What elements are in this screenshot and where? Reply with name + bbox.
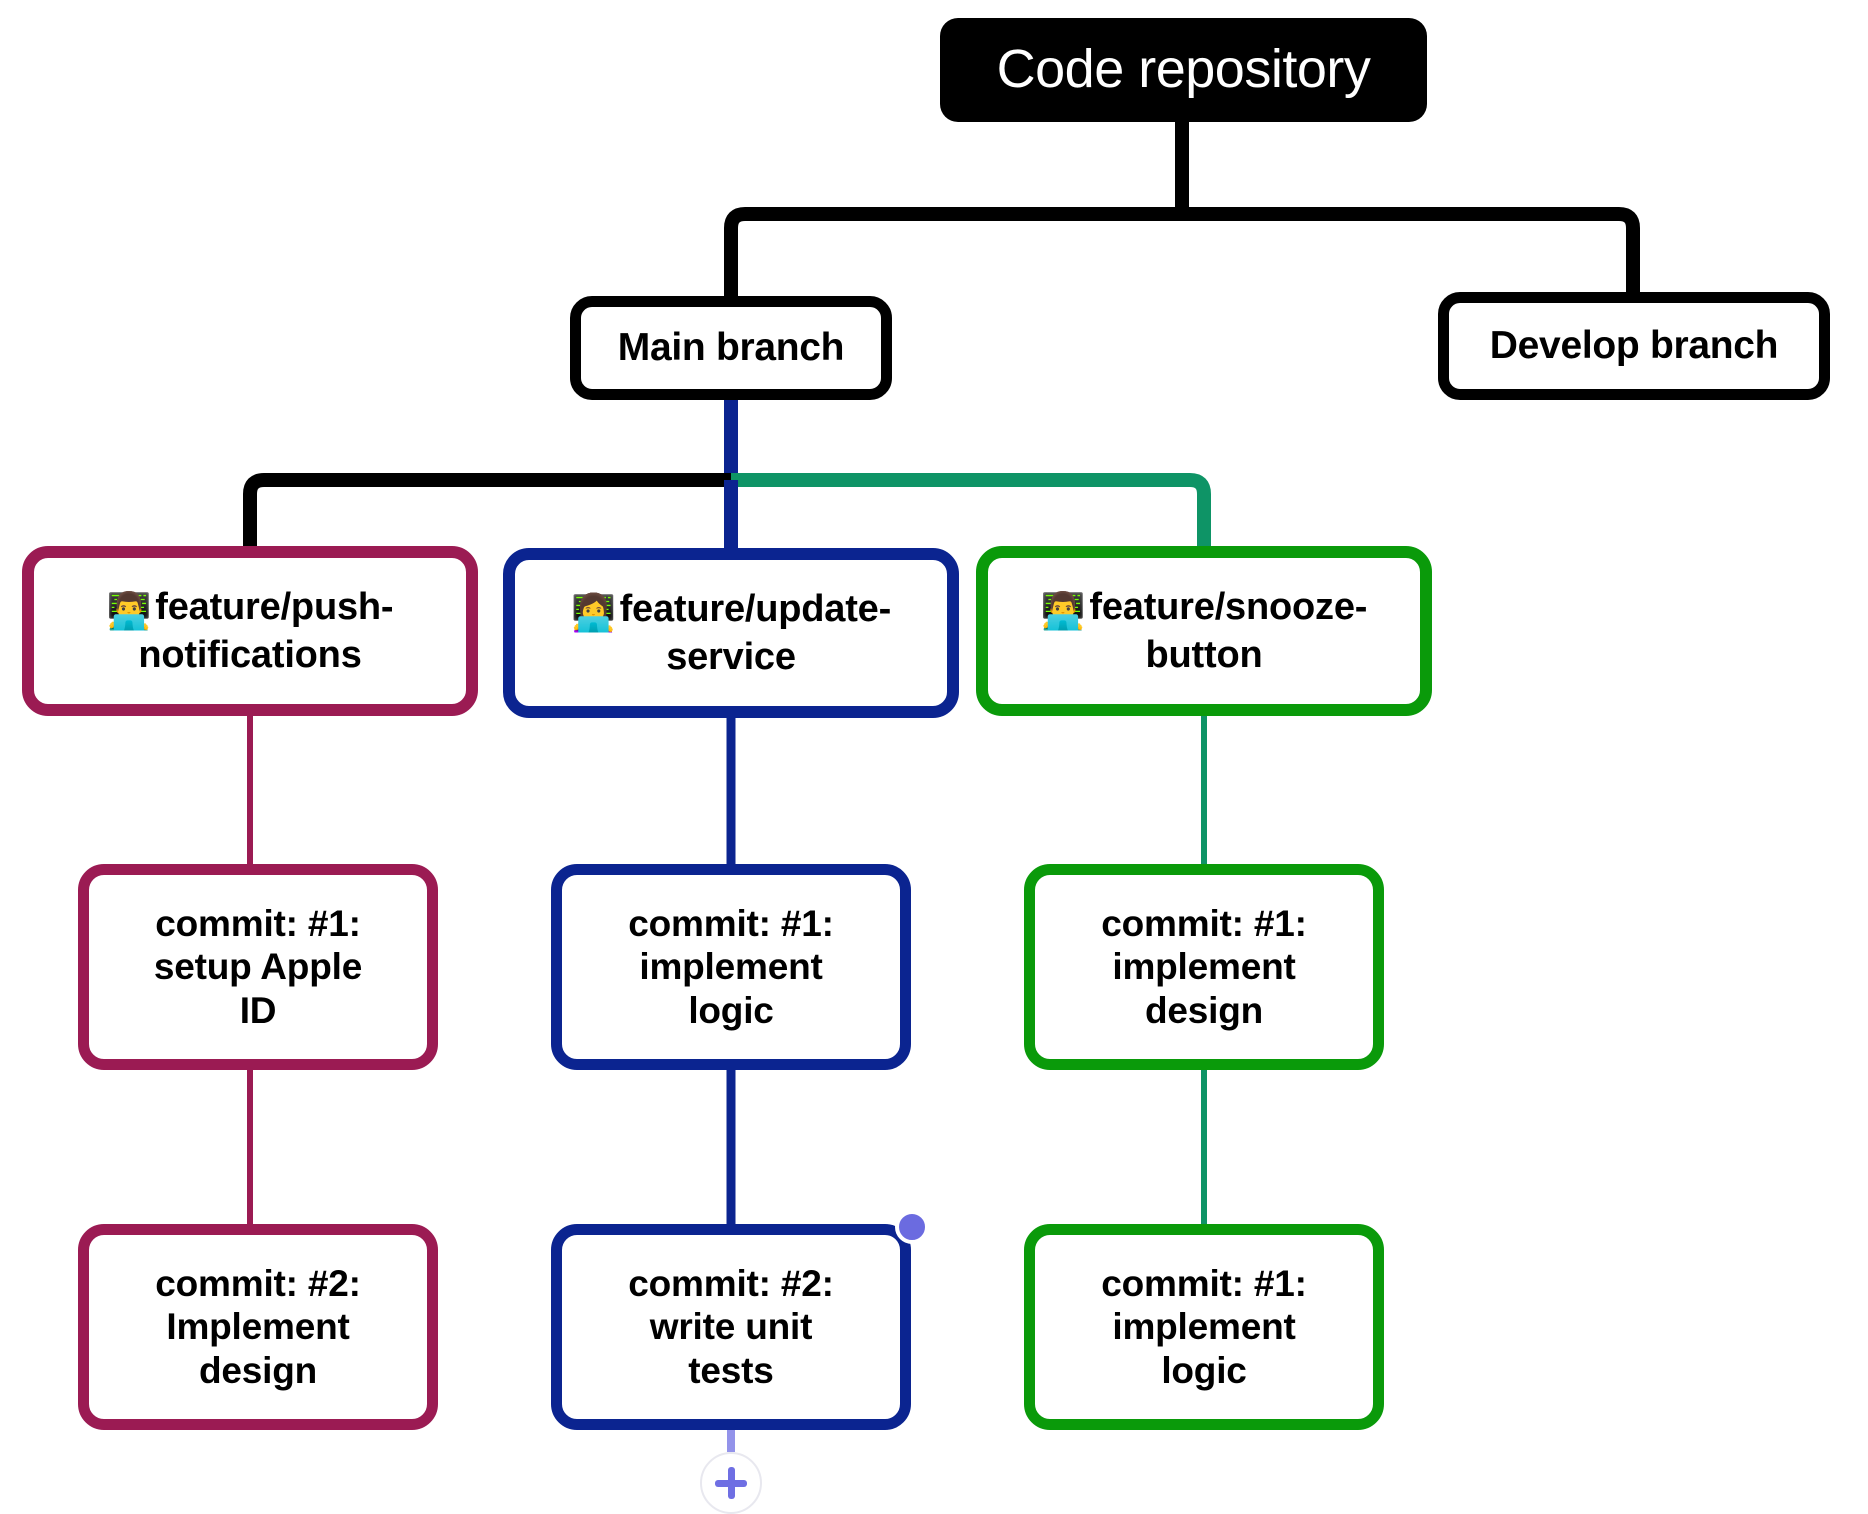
node-code-repository[interactable]: Code repository (940, 18, 1427, 122)
node-label-line-2: setup Apple (153, 946, 363, 988)
diagram-canvas[interactable]: Code repository Main branch Develop bran… (0, 0, 1868, 1514)
node-commit-push-1[interactable]: commit: #1: setup Apple ID (78, 864, 438, 1070)
node-label-line-3: design (1144, 989, 1264, 1031)
node-label-line-1: feature/snooze- (1089, 585, 1368, 628)
node-label: Main branch (617, 326, 845, 370)
woman-technologist-emoji: 👩‍💻 (570, 592, 616, 634)
node-label-line-3: logic (1161, 1349, 1247, 1391)
node-main-branch[interactable]: Main branch (570, 296, 892, 400)
node-label-line-2: implement (639, 946, 823, 988)
node-commit-snooze-2[interactable]: commit: #1: implement logic (1024, 1224, 1384, 1430)
node-label-line-2: Implement (166, 1306, 350, 1348)
node-commit-update-2[interactable]: commit: #2: write unit tests (551, 1224, 911, 1430)
node-label-line-1: commit: #1: (628, 903, 834, 945)
node-feature-snooze-button[interactable]: 👨‍💻 feature/snooze- button (976, 546, 1432, 716)
node-label-line-1: commit: #1: (1101, 1263, 1307, 1305)
add-node-button[interactable] (700, 1452, 762, 1514)
node-commit-update-1[interactable]: commit: #1: implement logic (551, 864, 911, 1070)
node-label-line-1: commit: #1: (1101, 903, 1307, 945)
node-label-line-2: implement (1112, 946, 1296, 988)
node-label: commit: #1: setup Apple ID (111, 902, 405, 1032)
node-feature-update-service[interactable]: 👩‍💻 feature/update- service (503, 548, 959, 718)
node-label: 👨‍💻 feature/push- notifications (52, 585, 448, 678)
node-label: commit: #1: implement design (1057, 902, 1351, 1032)
node-label-line-2: service (666, 635, 796, 678)
man-technologist-emoji: 👨‍💻 (106, 590, 152, 632)
node-label-line-2: button (1145, 633, 1263, 676)
node-label-line-1: commit: #1: (155, 903, 361, 945)
node-label: Code repository (996, 39, 1371, 100)
node-label: Develop branch (1489, 324, 1779, 368)
node-commit-push-2[interactable]: commit: #2: Implement design (78, 1224, 438, 1430)
node-label-line-3: tests (688, 1349, 774, 1391)
node-label: commit: #1: implement logic (584, 902, 878, 1032)
node-label-line-1: commit: #2: (628, 1263, 834, 1305)
node-label: 👨‍💻 feature/snooze- button (1006, 585, 1402, 678)
node-label: commit: #2: write unit tests (584, 1262, 878, 1392)
node-label-line-1: feature/update- (619, 587, 892, 630)
node-label-line-1: commit: #2: (155, 1263, 361, 1305)
node-commit-snooze-1[interactable]: commit: #1: implement design (1024, 864, 1384, 1070)
node-label-line-3: design (198, 1349, 318, 1391)
node-label-line-2: notifications (138, 633, 362, 676)
node-label-line-2: write unit (649, 1306, 813, 1348)
plus-icon-vertical (727, 1467, 735, 1499)
node-label: commit: #1: implement logic (1057, 1262, 1351, 1392)
node-label: 👩‍💻 feature/update- service (533, 587, 929, 680)
node-label-line-3: logic (688, 989, 774, 1031)
node-label: commit: #2: Implement design (111, 1262, 405, 1392)
node-label-line-2: implement (1112, 1306, 1296, 1348)
node-label-line-1: feature/push- (155, 585, 394, 628)
node-develop-branch[interactable]: Develop branch (1438, 292, 1830, 400)
node-label-line-3: ID (239, 989, 277, 1031)
man-technologist-emoji: 👨‍💻 (1040, 590, 1086, 632)
node-feature-push-notifications[interactable]: 👨‍💻 feature/push- notifications (22, 546, 478, 716)
selection-handle-dot[interactable] (895, 1210, 929, 1244)
